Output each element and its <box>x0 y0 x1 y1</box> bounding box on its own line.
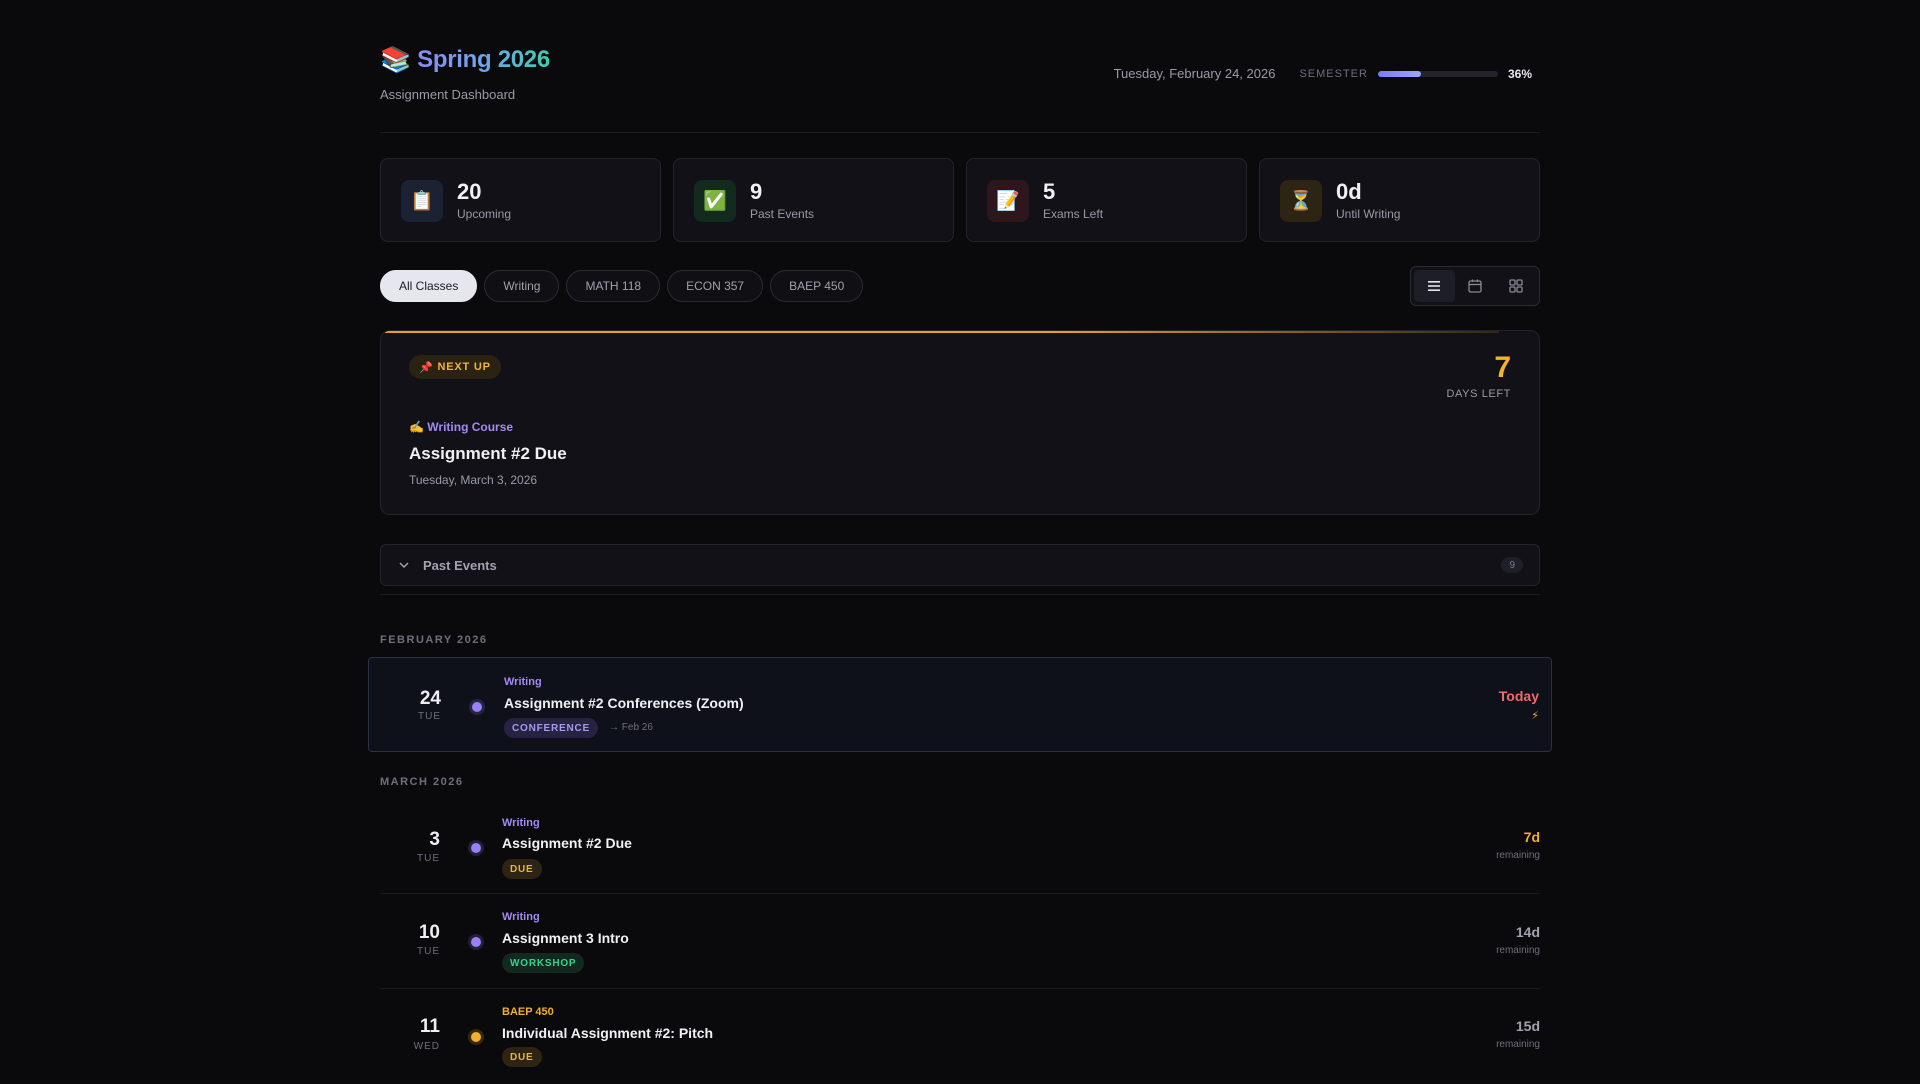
next-up-accent-line <box>385 331 1499 333</box>
event-day: 10 <box>418 922 440 943</box>
list-view-icon <box>1428 281 1441 291</box>
dashboard: 📚 Spring 2026 Assignment Dashboard Tuesd… <box>368 0 1552 1067</box>
next-up-date: Tuesday, March 3, 2026 <box>409 473 538 487</box>
event-row[interactable]: 10 TUE Writing Assignment 3 Intro WORKSH… <box>380 894 1540 989</box>
month-heading-march: MARCH 2026 <box>380 776 464 788</box>
event-weekday: TUE <box>417 946 440 957</box>
stat-card-past-events: ✅ 9 Past Events <box>673 158 954 242</box>
past-events-toggle[interactable]: Past Events 9 <box>380 544 1540 586</box>
page-title-text: Spring 2026 <box>417 46 550 73</box>
event-day: 3 <box>429 829 440 850</box>
next-up-badge: 📌 NEXT UP <box>409 355 501 379</box>
days-left-label: DAYS LEFT <box>1446 388 1511 400</box>
lightning-icon: ⚡ <box>1531 710 1539 722</box>
event-remaining-label: remaining <box>1496 945 1540 956</box>
calendar-view-button[interactable] <box>1455 270 1496 302</box>
days-left-count: 7 <box>1494 351 1511 384</box>
clipboard-icon: 📋 <box>401 180 443 222</box>
semester-progress-bar <box>1377 70 1498 77</box>
memo-icon: 📝 <box>987 180 1029 222</box>
page-title: 📚 Spring 2026 <box>380 46 550 74</box>
stat-card-upcoming: 📋 20 Upcoming <box>380 158 661 242</box>
stats-row: 📋 20 Upcoming ✅ 9 Past Events 📝 5 Exams … <box>380 158 1540 242</box>
event-class: Writing <box>504 676 542 688</box>
stat-label: Past Events <box>750 207 815 221</box>
header: 📚 Spring 2026 Assignment Dashboard Tuesd… <box>380 0 1540 133</box>
divider <box>380 594 1540 595</box>
event-row[interactable]: 24 TUE Writing Assignment #2 Conferences… <box>368 657 1552 752</box>
writing-hand-icon: ✍️ <box>409 420 424 434</box>
stat-value: 20 <box>457 179 482 204</box>
month-heading-february: FEBRUARY 2026 <box>380 634 488 646</box>
stat-label: Until Writing <box>1336 207 1401 221</box>
event-remaining: 15d <box>1515 1018 1540 1034</box>
next-up-course: ✍️ Writing Course <box>409 420 513 434</box>
next-up-title: Assignment #2 Due <box>409 444 567 463</box>
event-day: 24 <box>419 688 441 709</box>
semester-percent: 36% <box>1507 66 1532 81</box>
event-remaining: 14d <box>1515 924 1540 940</box>
class-dot <box>471 843 481 853</box>
event-class: BAEP 450 <box>502 1006 554 1018</box>
event-class: Writing <box>502 817 540 829</box>
page-subtitle: Assignment Dashboard <box>380 87 516 102</box>
event-row[interactable]: 11 WED BAEP 450 Individual Assignment #2… <box>380 989 1540 1084</box>
stat-value: 5 <box>1043 179 1056 204</box>
stat-label: Upcoming <box>457 207 512 221</box>
stat-value: 0d <box>1336 179 1362 204</box>
event-weekday: TUE <box>417 853 440 864</box>
current-date: Tuesday, February 24, 2026 <box>1113 66 1276 81</box>
event-weekday: WED <box>413 1041 440 1052</box>
semester-progress-fill <box>1377 70 1422 77</box>
next-up-card[interactable]: 📌 NEXT UP 7 DAYS LEFT ✍️ Writing Course … <box>380 330 1540 515</box>
header-meta: Tuesday, February 24, 2026 SEMESTER 36% <box>1114 66 1532 81</box>
grid-view-icon <box>1509 279 1523 293</box>
event-tag: DUE <box>502 1047 542 1067</box>
event-weekday: TUE <box>418 711 441 722</box>
list-view-button[interactable] <box>1414 270 1455 302</box>
stat-card-exams-left: 📝 5 Exams Left <box>966 158 1247 242</box>
stat-card-until-writing: ⏳ 0d Until Writing <box>1259 158 1540 242</box>
event-tag: WORKSHOP <box>502 953 585 973</box>
class-filter-bar: All Classes Writing MATH 118 ECON 357 BA… <box>380 270 864 302</box>
chevron-down-icon <box>397 558 411 572</box>
books-icon: 📚 <box>380 45 412 74</box>
event-title: Individual Assignment #2: Pitch <box>502 1025 714 1041</box>
event-class: Writing <box>502 911 540 923</box>
event-title: Assignment 3 Intro <box>502 930 629 946</box>
event-remaining: Today <box>1498 688 1539 704</box>
pushpin-icon: 📌 <box>419 361 434 374</box>
class-dot <box>471 1032 481 1042</box>
event-remaining-label: remaining <box>1496 850 1540 861</box>
class-dot <box>471 937 481 947</box>
semester-label: SEMESTER <box>1299 67 1368 80</box>
event-remaining: 7d <box>1523 829 1540 845</box>
hourglass-icon: ⏳ <box>1280 180 1322 222</box>
class-dot <box>472 702 482 712</box>
next-up-badge-label: NEXT UP <box>437 361 491 373</box>
filter-all-classes[interactable]: All Classes <box>380 270 478 302</box>
event-note: → Feb 26 <box>609 722 653 733</box>
filter-writing[interactable]: Writing <box>484 270 560 302</box>
event-remaining-label: remaining <box>1496 1039 1540 1050</box>
view-toggle <box>1410 266 1540 306</box>
grid-view-button[interactable] <box>1495 270 1536 302</box>
event-title: Assignment #2 Due <box>502 835 632 851</box>
filter-econ-357[interactable]: ECON 357 <box>667 270 764 302</box>
event-tag: DUE <box>502 859 542 879</box>
check-mark-icon: ✅ <box>694 180 736 222</box>
filter-math-118[interactable]: MATH 118 <box>566 270 661 302</box>
stat-value: 9 <box>750 179 763 204</box>
event-title: Assignment #2 Conferences (Zoom) <box>504 695 744 711</box>
past-events-label: Past Events <box>423 557 497 573</box>
stat-label: Exams Left <box>1043 207 1104 221</box>
event-tag: CONFERENCE <box>504 718 599 738</box>
next-up-course-label: Writing Course <box>427 420 514 434</box>
event-day: 11 <box>419 1016 440 1037</box>
calendar-view-icon <box>1468 279 1482 293</box>
event-row[interactable]: 3 TUE Writing Assignment #2 Due DUE 7d r… <box>380 799 1540 894</box>
filter-baep-450[interactable]: BAEP 450 <box>770 270 864 302</box>
past-events-count: 9 <box>1501 557 1523 573</box>
